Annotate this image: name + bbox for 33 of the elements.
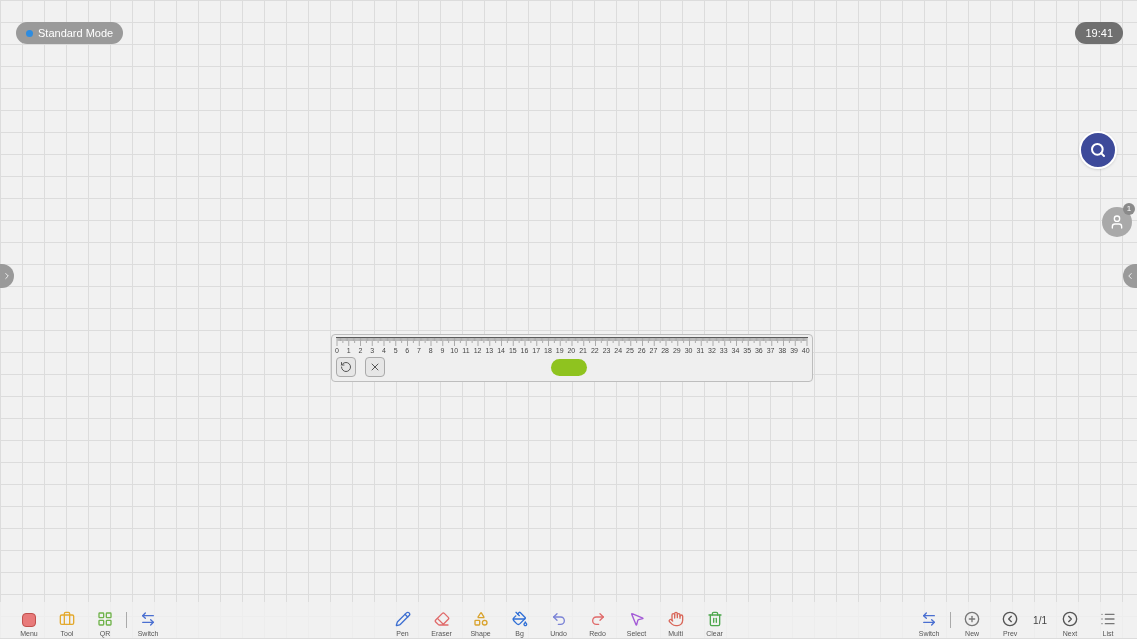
paint-bucket-icon bbox=[511, 611, 528, 627]
redo-icon bbox=[589, 611, 606, 627]
next-icon bbox=[1062, 611, 1078, 627]
clock-badge: 19:41 bbox=[1075, 22, 1123, 44]
user-icon bbox=[1109, 214, 1125, 230]
chevron-right-icon bbox=[2, 271, 12, 281]
iq-app-button[interactable] bbox=[1079, 131, 1117, 169]
rotate-button[interactable] bbox=[335, 357, 356, 377]
previous-icon bbox=[1002, 611, 1019, 627]
right-panel-handle[interactable] bbox=[1123, 264, 1137, 288]
plus-circle-icon bbox=[964, 611, 981, 627]
undo-icon bbox=[550, 611, 567, 627]
hand-icon bbox=[667, 611, 684, 627]
switch-icon bbox=[921, 611, 938, 627]
rotate-icon bbox=[339, 361, 352, 373]
drag-handle[interactable] bbox=[550, 358, 587, 376]
left-panel-handle[interactable] bbox=[0, 264, 14, 288]
trash-icon bbox=[706, 611, 723, 627]
grid-icon bbox=[97, 611, 113, 627]
list-icon bbox=[1100, 611, 1116, 627]
count-badge: 1 bbox=[1123, 203, 1135, 215]
mode-label: Standard Mode bbox=[38, 25, 114, 41]
toolbox-icon bbox=[59, 611, 75, 627]
chevron-left-icon bbox=[1125, 271, 1135, 281]
close-button[interactable] bbox=[364, 357, 385, 377]
page-counter: 1/1 bbox=[1032, 614, 1048, 628]
shapes-icon bbox=[472, 611, 489, 627]
menu-icon bbox=[22, 613, 36, 627]
switch-icon bbox=[140, 611, 156, 627]
cursor-icon bbox=[628, 611, 645, 627]
eraser-icon bbox=[433, 611, 450, 627]
pen-icon bbox=[394, 611, 411, 627]
magnifier-icon bbox=[1090, 142, 1106, 158]
